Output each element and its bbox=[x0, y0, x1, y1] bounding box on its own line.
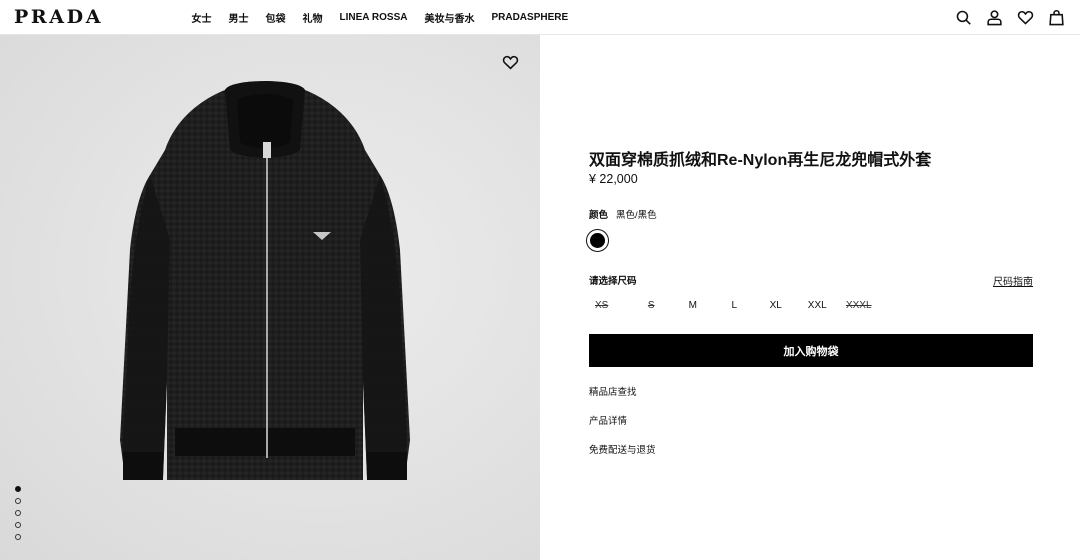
bag-icon[interactable] bbox=[1046, 7, 1066, 27]
shipping-returns-link[interactable]: 免费配送与退货 bbox=[589, 442, 656, 456]
nav-item-bags[interactable]: 包袋 bbox=[266, 10, 286, 25]
size-option-xs[interactable]: XS bbox=[589, 300, 631, 311]
store-locator-link[interactable]: 精品店查找 bbox=[589, 384, 637, 398]
wishlist-heart-icon[interactable] bbox=[502, 54, 522, 72]
gallery-dot[interactable] bbox=[15, 522, 21, 528]
gallery-dot[interactable] bbox=[15, 498, 21, 504]
gallery-pagination bbox=[15, 486, 21, 540]
site-header: PRADA 女士 男士 包袋 礼物 LINEA ROSSA 美妆与香水 PRAD… bbox=[0, 0, 1080, 35]
color-swatch-black[interactable] bbox=[586, 229, 609, 252]
nav-item-men[interactable]: 男士 bbox=[229, 10, 249, 25]
product-price: ¥ 22,000 bbox=[589, 172, 638, 186]
size-option-xxl[interactable]: XXL bbox=[797, 300, 839, 311]
add-to-bag-button[interactable]: 加入购物袋 bbox=[589, 334, 1033, 367]
color-label: 颜色 bbox=[589, 210, 609, 221]
size-select-label: 请选择尺码 bbox=[589, 276, 637, 287]
nav-item-beauty[interactable]: 美妆与香水 bbox=[424, 10, 474, 25]
product-info-panel: 双面穿棉质抓绒和Re-Nylon再生尼龙兜帽式外套 ¥ 22,000 颜色 黑色… bbox=[540, 35, 1080, 560]
wishlist-icon[interactable] bbox=[1015, 7, 1035, 27]
gallery-dot[interactable] bbox=[15, 534, 21, 540]
nav-item-gifts[interactable]: 礼物 bbox=[303, 10, 323, 25]
search-icon[interactable] bbox=[953, 7, 973, 27]
gallery-dot[interactable] bbox=[15, 510, 21, 516]
nav-item-women[interactable]: 女士 bbox=[192, 10, 212, 25]
account-icon[interactable] bbox=[984, 7, 1004, 27]
color-row: 颜色 黑色/黑色 bbox=[589, 207, 657, 221]
product-image-jacket bbox=[120, 81, 410, 480]
size-option-xxxl[interactable]: XXXL bbox=[838, 300, 880, 311]
prada-logo[interactable]: PRADA bbox=[14, 6, 103, 28]
size-option-l[interactable]: L bbox=[714, 300, 756, 311]
logo-text: PRADA bbox=[14, 6, 104, 28]
gallery-dot[interactable] bbox=[15, 486, 21, 492]
main-nav: 女士 男士 包袋 礼物 LINEA ROSSA 美妆与香水 PRADASPHER… bbox=[183, 0, 577, 35]
product-details-link[interactable]: 产品详情 bbox=[589, 413, 627, 427]
size-options: XS S M L XL XXL XXXL bbox=[589, 300, 880, 311]
header-icons bbox=[953, 7, 1066, 27]
size-guide-link[interactable]: 尺码指南 bbox=[993, 273, 1033, 288]
color-value: 黑色/黑色 bbox=[616, 210, 657, 221]
size-option-s[interactable]: S bbox=[631, 300, 673, 311]
nav-item-linea-rossa[interactable]: LINEA ROSSA bbox=[340, 12, 408, 23]
size-option-xl[interactable]: XL bbox=[755, 300, 797, 311]
nav-item-pradasphere[interactable]: PRADASPHERE bbox=[491, 12, 568, 23]
swatch-fill bbox=[590, 233, 605, 248]
product-gallery[interactable] bbox=[0, 35, 540, 560]
product-title: 双面穿棉质抓绒和Re-Nylon再生尼龙兜帽式外套 bbox=[589, 152, 932, 169]
size-option-m[interactable]: M bbox=[672, 300, 714, 311]
